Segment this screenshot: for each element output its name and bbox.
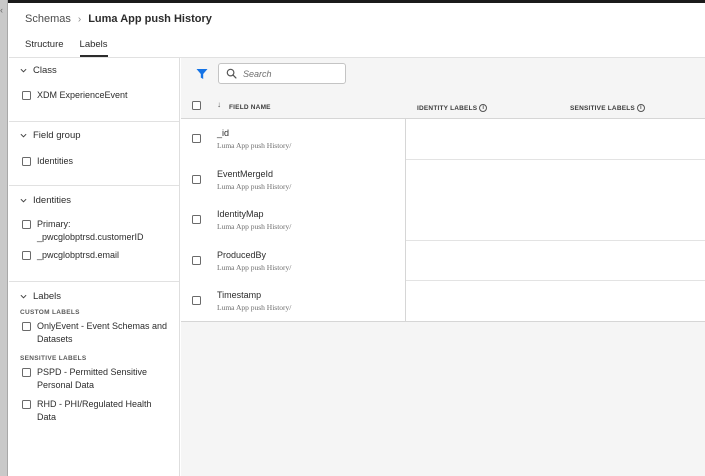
field-path: Luma App push History/ <box>217 303 292 312</box>
table-row[interactable]: ProducedBy Luma App push History/ <box>181 241 705 281</box>
field-group-section-header[interactable]: Field group <box>9 124 179 146</box>
labels-section-header[interactable]: Labels <box>9 285 179 307</box>
identity-item-label: Primary: _pwcglobptrsd.customerID <box>37 218 144 244</box>
labels-section-title: Labels <box>33 290 61 302</box>
breadcrumb-schemas-link[interactable]: Schemas <box>25 13 71 25</box>
identity-item-line1: Primary: <box>37 219 71 229</box>
schema-editor: Schemas › Luma App push History Structur… <box>9 3 705 476</box>
label-item-line2: Datasets <box>37 334 73 344</box>
class-section-header[interactable]: Class <box>9 59 179 81</box>
collapse-arrow-icon[interactable]: ‹ <box>0 6 3 15</box>
class-section: Class XDM ExperienceEvent <box>9 59 179 122</box>
class-section-title: Class <box>33 64 57 76</box>
search-icon <box>226 68 237 79</box>
field-group-section-title: Field group <box>33 129 81 141</box>
field-name: ProducedBy <box>217 249 267 260</box>
field-path: Luma App push History/ <box>217 262 292 272</box>
field-group-section: Field group Identities <box>9 124 179 186</box>
row-checkbox[interactable] <box>192 215 201 224</box>
tab-labels[interactable]: Labels <box>79 38 108 57</box>
column-identity-labels-text: IDENTITY LABELS <box>417 104 478 112</box>
table-header: ↓ FIELD NAME IDENTITY LABELS i SENSITIVE… <box>181 93 705 118</box>
custom-labels-heading: CUSTOM LABELS <box>20 309 80 316</box>
checkbox[interactable] <box>22 400 31 409</box>
left-window-edge: ‹ <box>0 0 8 476</box>
field-group-item-label: Identities <box>37 156 74 166</box>
label-item-line2: Data <box>37 412 57 422</box>
column-sensitive-labels: SENSITIVE LABELS i <box>570 104 645 112</box>
row-checkbox[interactable] <box>192 134 201 143</box>
identities-section: Identities Primary: _pwcglobptrsd.custom… <box>9 189 179 282</box>
identity-item-label: _pwcglobptrsd.email <box>37 250 120 260</box>
field-path: Luma App push History/ <box>217 141 292 150</box>
field-name: EventMergeId <box>217 168 274 179</box>
tab-bar: Structure Labels <box>25 38 108 57</box>
label-item-line1: PSPD - Permitted Sensitive <box>37 367 148 377</box>
search-input[interactable]: Search <box>218 63 346 84</box>
chevron-down-icon <box>20 133 27 138</box>
info-icon[interactable]: i <box>636 104 645 112</box>
row-checkbox[interactable] <box>192 296 201 305</box>
chevron-down-icon <box>20 68 27 73</box>
label-item-rhd[interactable]: RHD - PHI/Regulated Health Data <box>9 398 179 424</box>
fields-table: _id Luma App push History/ EventMergeId … <box>181 118 705 322</box>
label-item-line1: OnlyEvent - Event Schemas and <box>37 321 168 331</box>
label-item-text: OnlyEvent - Event Schemas and Datasets <box>37 320 167 346</box>
table-row[interactable]: EventMergeId Luma App push History/ <box>181 160 705 201</box>
identities-section-title: Identities <box>33 194 72 206</box>
table-row[interactable]: Timestamp Luma App push History/ <box>181 281 705 322</box>
table-row[interactable]: IdentityMap Luma App push History/ <box>181 200 705 241</box>
identity-item-email[interactable]: _pwcglobptrsd.email <box>9 249 179 262</box>
filter-icon[interactable] <box>196 68 208 80</box>
labels-filter-sidebar: Class XDM ExperienceEvent Field group Id… <box>9 58 180 476</box>
identities-section-header[interactable]: Identities <box>9 189 179 211</box>
checkbox[interactable] <box>22 157 31 166</box>
search-placeholder: Search <box>243 68 272 79</box>
breadcrumb: Schemas › Luma App push History <box>25 12 212 26</box>
field-group-item-identities[interactable]: Identities <box>9 155 179 168</box>
info-icon[interactable]: i <box>479 104 488 112</box>
field-path: Luma App push History/ <box>217 222 292 231</box>
identity-item-line2: _pwcglobptrsd.customerID <box>37 232 144 242</box>
class-item-label: XDM ExperienceEvent <box>37 90 128 100</box>
column-sensitive-labels-text: SENSITIVE LABELS <box>570 104 635 112</box>
field-name: Timestamp <box>217 290 262 300</box>
checkbox[interactable] <box>22 251 31 260</box>
column-identity-labels: IDENTITY LABELS i <box>417 104 488 112</box>
class-item-xdm-experienceevent[interactable]: XDM ExperienceEvent <box>9 89 179 102</box>
select-all-checkbox[interactable] <box>192 101 201 110</box>
checkbox[interactable] <box>22 91 31 100</box>
label-item-line2: Personal Data <box>37 380 95 390</box>
labels-section: Labels CUSTOM LABELS OnlyEvent - Event S… <box>9 285 179 424</box>
table-row[interactable]: _id Luma App push History/ <box>181 119 705 160</box>
field-name: IdentityMap <box>217 209 264 219</box>
checkbox[interactable] <box>22 322 31 331</box>
chevron-down-icon <box>20 198 27 203</box>
tab-structure[interactable]: Structure <box>25 38 64 56</box>
toolbar: Search <box>181 58 705 93</box>
checkbox[interactable] <box>22 368 31 377</box>
field-name: _id <box>217 128 230 138</box>
fields-panel: Search ↓ FIELD NAME IDENTITY LABELS i SE… <box>181 58 705 476</box>
column-field-name[interactable]: FIELD NAME <box>229 104 271 111</box>
identity-item-primary-customerid[interactable]: Primary: _pwcglobptrsd.customerID <box>9 218 179 244</box>
label-item-pspd[interactable]: PSPD - Permitted Sensitive Personal Data <box>9 366 179 392</box>
breadcrumb-separator-icon: › <box>77 13 82 25</box>
label-item-onlyevent[interactable]: OnlyEvent - Event Schemas and Datasets <box>9 320 179 346</box>
field-path: Luma App push History/ <box>217 181 292 191</box>
label-item-text: RHD - PHI/Regulated Health Data <box>37 398 152 424</box>
label-item-line1: RHD - PHI/Regulated Health <box>37 399 152 409</box>
row-checkbox[interactable] <box>192 174 201 184</box>
page-title: Luma App push History <box>88 13 212 25</box>
sensitive-labels-heading: SENSITIVE LABELS <box>20 355 87 362</box>
sort-arrow-down-icon[interactable]: ↓ <box>217 100 221 109</box>
row-checkbox[interactable] <box>192 255 201 265</box>
label-item-text: PSPD - Permitted Sensitive Personal Data <box>37 366 147 392</box>
checkbox[interactable] <box>22 220 31 229</box>
chevron-down-icon <box>20 294 27 299</box>
